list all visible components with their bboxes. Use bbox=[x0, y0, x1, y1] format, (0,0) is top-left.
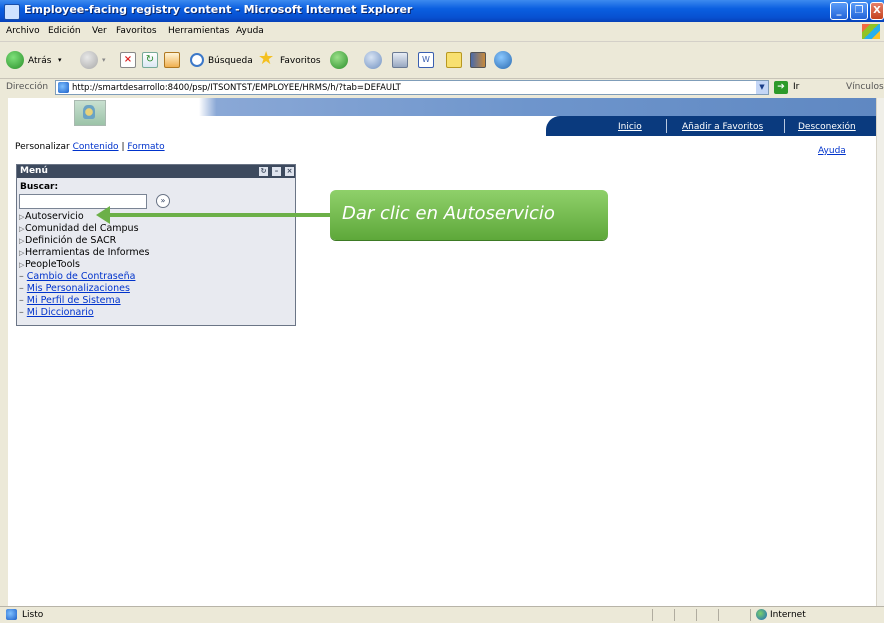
internet-zone-icon bbox=[756, 609, 767, 620]
instruction-callout: Dar clic en Autoservicio bbox=[330, 190, 608, 240]
menu-folder-informes[interactable]: ▷Herramientas de Informes bbox=[19, 247, 149, 258]
close-portlet-icon[interactable]: × bbox=[285, 167, 294, 176]
title-bar: Employee-facing registry content - Micro… bbox=[0, 0, 884, 22]
history-icon[interactable] bbox=[330, 51, 348, 69]
callout-text: Dar clic en Autoservicio bbox=[342, 203, 555, 224]
menu-link-profile[interactable]: – Mi Perfil de Sistema bbox=[19, 295, 121, 306]
menu-folder-comunidad[interactable]: ▷Comunidad del Campus bbox=[19, 223, 139, 234]
menu-portlet: Menú ↻ – × Buscar: » ▷Autoservicio ▷Comu… bbox=[16, 164, 296, 326]
menu-bar: Archivo Edición Ver Favoritos Herramient… bbox=[0, 22, 884, 42]
favorites-star-icon[interactable]: ★ bbox=[258, 50, 274, 68]
menu-search-go-button[interactable]: » bbox=[156, 194, 170, 208]
personalize-separator: | bbox=[121, 142, 125, 152]
toolbar: Atrás ▾ ▾ × ↻ Búsqueda ★ Favoritos W bbox=[0, 42, 884, 79]
windows-logo-icon bbox=[862, 24, 880, 39]
menu-edicion[interactable]: Edición bbox=[48, 26, 81, 36]
back-label[interactable]: Atrás bbox=[28, 56, 51, 66]
home-icon[interactable] bbox=[164, 52, 180, 68]
help-link[interactable]: Ayuda bbox=[818, 146, 846, 156]
address-field[interactable]: http://smartdesarrollo:8400/psp/ITSONTST… bbox=[55, 80, 769, 95]
search-label: Buscar: bbox=[20, 182, 59, 192]
word-icon[interactable]: W bbox=[418, 52, 434, 68]
nav-separator bbox=[784, 119, 785, 133]
nav-separator bbox=[666, 119, 667, 133]
refresh-portlet-icon[interactable]: ↻ bbox=[259, 167, 268, 176]
menu-link-personalizations[interactable]: – Mis Personalizaciones bbox=[19, 283, 130, 294]
menu-ayuda[interactable]: Ayuda bbox=[236, 26, 264, 36]
address-url[interactable]: http://smartdesarrollo:8400/psp/ITSONTST… bbox=[72, 83, 401, 93]
print-icon[interactable] bbox=[392, 52, 408, 68]
close-button[interactable]: X bbox=[870, 2, 884, 20]
zone-text: Internet bbox=[770, 610, 806, 620]
window-title: Employee-facing registry content - Micro… bbox=[24, 3, 413, 16]
discuss-icon[interactable] bbox=[446, 52, 462, 68]
dash-icon: – bbox=[19, 271, 27, 282]
personalize-content-link[interactable]: Contenido bbox=[73, 142, 119, 152]
header-banner bbox=[8, 98, 876, 116]
callout-arrow-line bbox=[108, 213, 332, 217]
dash-icon: – bbox=[19, 307, 27, 318]
menu-portlet-title: Menú bbox=[20, 166, 48, 176]
forward-icon[interactable] bbox=[80, 51, 98, 69]
menu-archivo[interactable]: Archivo bbox=[6, 26, 40, 36]
forward-dropdown-icon[interactable]: ▾ bbox=[102, 56, 106, 64]
page-status-icon bbox=[6, 609, 17, 620]
menu-portlet-header: Menú ↻ – × bbox=[17, 165, 295, 178]
logo-emblem bbox=[83, 105, 95, 119]
maximize-button[interactable]: ❐ bbox=[850, 2, 868, 20]
ie-icon bbox=[4, 4, 20, 20]
messenger-icon[interactable] bbox=[494, 51, 512, 69]
menu-herramientas[interactable]: Herramientas bbox=[168, 26, 229, 36]
page-content: Inicio Añadir a Favoritos Desconexión Pe… bbox=[8, 98, 876, 606]
search-icon[interactable] bbox=[190, 53, 204, 67]
stop-icon[interactable]: × bbox=[120, 52, 136, 68]
status-bar: Listo Internet bbox=[0, 606, 884, 623]
menu-favoritos[interactable]: Favoritos bbox=[116, 26, 157, 36]
status-separator bbox=[674, 609, 675, 621]
status-separator bbox=[718, 609, 719, 621]
address-label: Dirección bbox=[6, 82, 49, 92]
callout-arrow-head-icon bbox=[96, 206, 110, 224]
menu-folder-peopletools[interactable]: ▷PeopleTools bbox=[19, 259, 80, 270]
refresh-icon[interactable]: ↻ bbox=[142, 52, 158, 68]
status-separator bbox=[696, 609, 697, 621]
status-text: Listo bbox=[22, 610, 44, 620]
status-separator bbox=[750, 609, 751, 621]
menu-folder-autoservicio[interactable]: ▷Autoservicio bbox=[19, 211, 84, 222]
nav-logout[interactable]: Desconexión bbox=[798, 122, 856, 132]
favorites-label[interactable]: Favoritos bbox=[280, 56, 321, 66]
personalize-line: Personalizar Contenido | Formato bbox=[15, 142, 165, 152]
go-arrow-icon[interactable]: ➔ bbox=[774, 81, 788, 94]
research-icon[interactable] bbox=[470, 52, 486, 68]
menu-link-password[interactable]: – Cambio de Contraseña bbox=[19, 271, 135, 282]
page-favicon-icon bbox=[58, 82, 69, 93]
personalize-prefix: Personalizar bbox=[15, 142, 70, 152]
back-icon[interactable] bbox=[6, 51, 24, 69]
top-nav-bar: Inicio Añadir a Favoritos Desconexión bbox=[546, 116, 876, 136]
personalize-format-link[interactable]: Formato bbox=[127, 142, 164, 152]
menu-ver[interactable]: Ver bbox=[92, 26, 107, 36]
minimize-button[interactable]: _ bbox=[830, 2, 848, 20]
status-separator bbox=[652, 609, 653, 621]
nav-inicio[interactable]: Inicio bbox=[618, 122, 642, 132]
institution-logo bbox=[74, 100, 106, 126]
vertical-scrollbar[interactable] bbox=[876, 98, 884, 606]
dash-icon: – bbox=[19, 295, 27, 306]
go-button[interactable]: Ir bbox=[793, 82, 799, 92]
menu-search-input[interactable] bbox=[19, 194, 147, 209]
menu-folder-sacr[interactable]: ▷Definición de SACR bbox=[19, 235, 116, 246]
minimize-portlet-icon[interactable]: – bbox=[272, 167, 281, 176]
address-bar: Dirección http://smartdesarrollo:8400/ps… bbox=[0, 79, 884, 97]
address-dropdown-icon[interactable]: ▼ bbox=[756, 81, 768, 94]
back-dropdown-icon[interactable]: ▾ bbox=[58, 56, 62, 64]
mail-icon[interactable] bbox=[364, 51, 382, 69]
search-label[interactable]: Búsqueda bbox=[208, 56, 253, 66]
links-button[interactable]: Vínculos bbox=[846, 82, 884, 92]
menu-link-dictionary[interactable]: – Mi Diccionario bbox=[19, 307, 94, 318]
nav-add-favorites[interactable]: Añadir a Favoritos bbox=[682, 122, 763, 132]
dash-icon: – bbox=[19, 283, 27, 294]
